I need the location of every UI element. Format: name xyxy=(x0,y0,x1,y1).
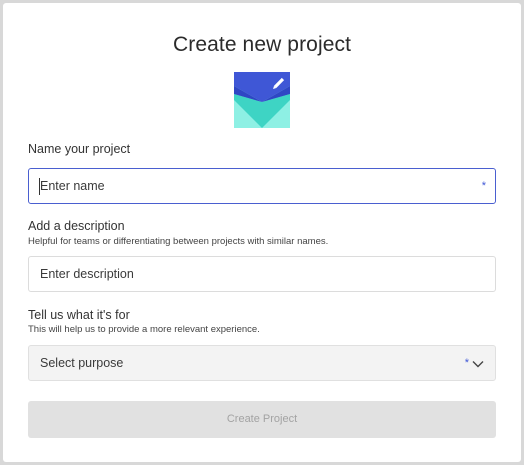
required-marker: * xyxy=(464,357,469,369)
purpose-select[interactable]: Select purpose * xyxy=(28,345,496,381)
project-name-input[interactable]: Enter name * xyxy=(28,168,496,204)
required-marker: * xyxy=(481,180,486,192)
description-input[interactable]: Enter description xyxy=(28,256,496,292)
description-placeholder: Enter description xyxy=(40,267,134,281)
name-label: Name your project xyxy=(28,142,131,156)
project-logo-icon xyxy=(234,72,290,128)
purpose-label: Tell us what it's for xyxy=(28,308,130,322)
purpose-placeholder: Select purpose xyxy=(40,356,124,370)
description-label: Add a description xyxy=(28,219,125,233)
purpose-help-text: This will help us to provide a more rele… xyxy=(28,324,260,335)
chevron-down-icon[interactable] xyxy=(471,357,485,371)
create-project-button[interactable]: Create Project xyxy=(28,401,496,438)
description-help-text: Helpful for teams or differentiating bet… xyxy=(28,236,329,247)
dialog-title: Create new project xyxy=(172,33,352,56)
create-project-dialog: Create new project Name your project Ent… xyxy=(3,3,521,462)
project-name-placeholder: Enter name xyxy=(40,179,105,193)
